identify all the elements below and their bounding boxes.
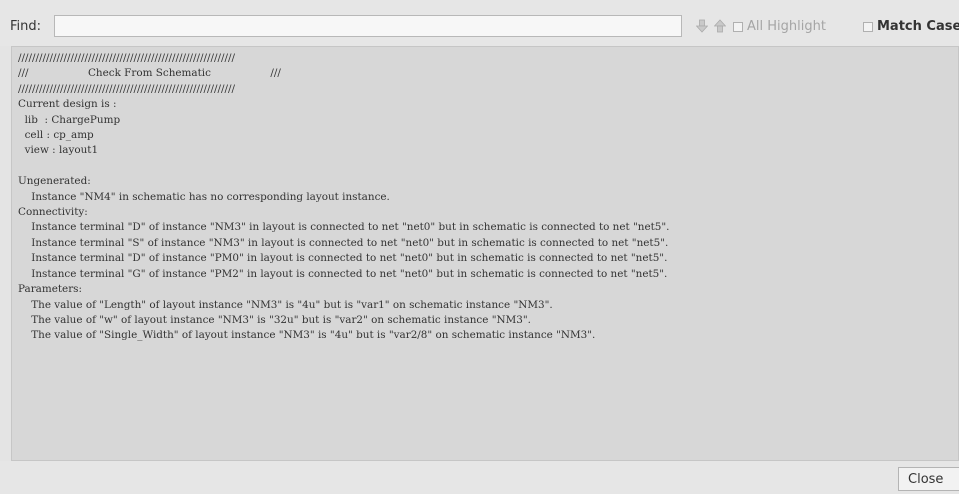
checkbox-box[interactable] [733,21,743,32]
find-next-button[interactable] [694,18,710,34]
find-previous-button[interactable] [712,18,728,34]
find-label: Find: [10,19,42,34]
all-highlight-label: All Highlight [747,19,826,34]
report-line: Instance terminal "D" of instance "NM3" … [18,221,670,234]
find-bar: Find: All Highlight Match Case [0,0,959,46]
all-highlight-checkbox[interactable]: All Highlight [733,19,826,34]
report-line: Parameters: [18,283,83,296]
report-line: Instance terminal "S" of instance "NM3" … [18,236,669,249]
report-line: The value of "Single_Width" of layout in… [18,329,596,342]
match-case-label: Match Case [877,19,959,34]
report-line: lib : ChargePump [18,113,121,126]
report-line [18,159,958,174]
report-line: Current design is : [18,98,117,111]
check-report-panel[interactable]: ////////////////////////////////////////… [11,46,959,461]
arrow-down-icon [696,19,708,33]
button-bar: Close [0,461,959,494]
report-line: view : layout1 [18,144,99,157]
report-text: ////////////////////////////////////////… [12,47,958,344]
report-line: Instance "NM4" in schematic has no corre… [18,190,390,203]
report-line: ////////////////////////////////////////… [18,52,236,64]
report-line: ////////////////////////////////////////… [18,82,236,95]
arrow-up-icon [714,19,726,33]
report-line: The value of "w" of layout instance "NM3… [18,313,531,326]
match-case-checkbox[interactable]: Match Case [863,19,959,34]
report-line: Instance terminal "G" of instance "PM2" … [18,267,668,280]
checkbox-box[interactable] [863,21,873,32]
close-button[interactable]: Close [898,467,959,491]
report-line: Instance terminal "D" of instance "PM0" … [18,252,668,265]
report-line: The value of "Length" of layout instance… [18,298,553,311]
report-line: Connectivity: [18,206,88,219]
report-line: /// Check From Schematic /// [18,67,281,80]
report-line: Ungenerated: [18,175,91,188]
find-input[interactable] [54,15,682,37]
report-line: cell : cp_amp [18,129,94,142]
